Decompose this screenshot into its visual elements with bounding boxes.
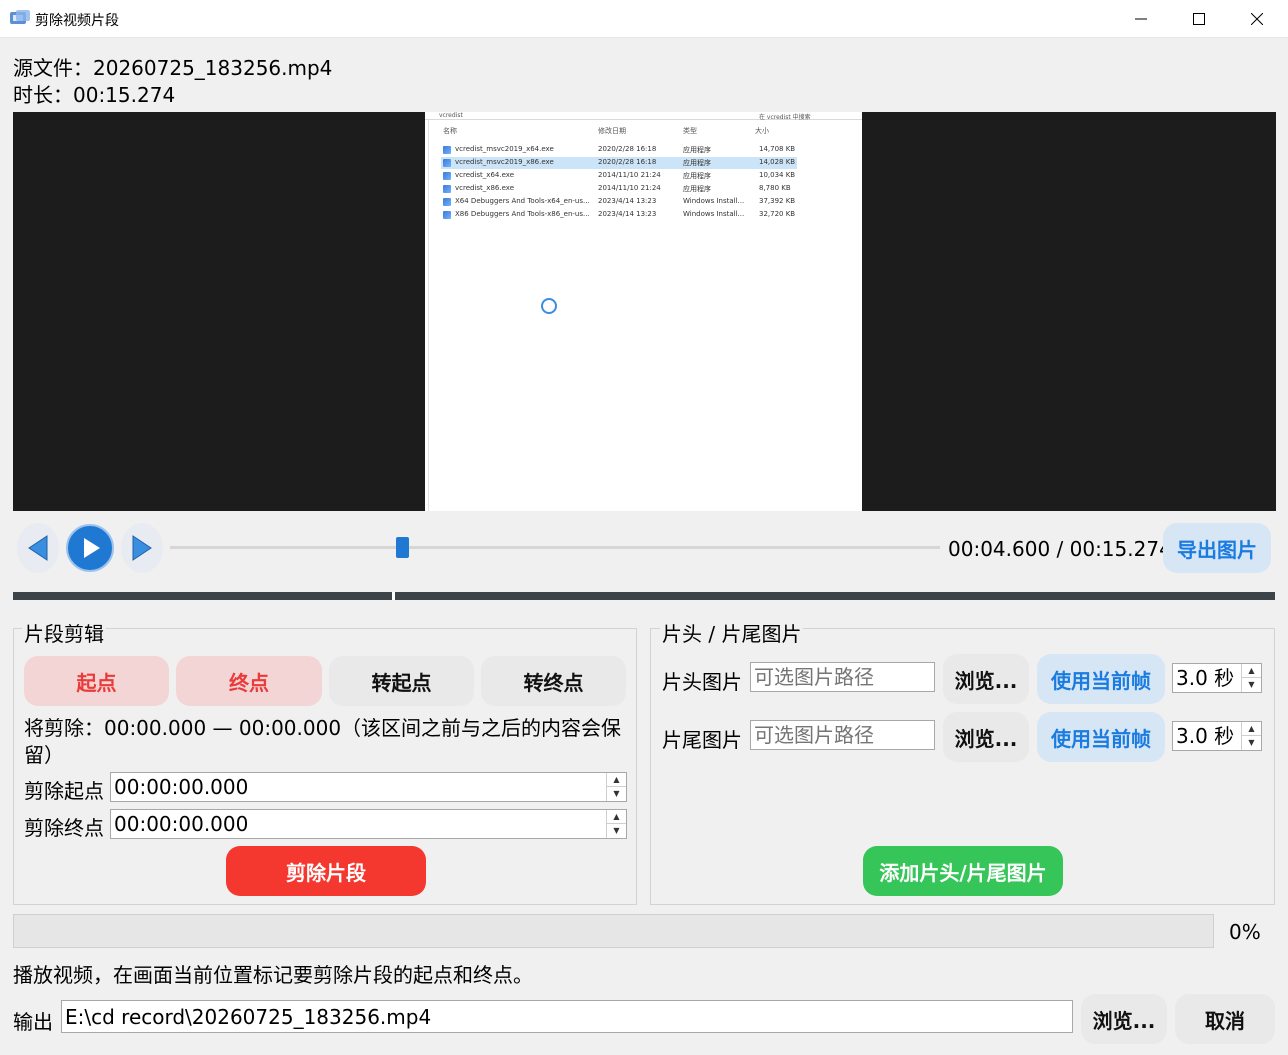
spin-down-icon: ▼ — [1248, 738, 1255, 747]
head-image-path-input[interactable] — [750, 662, 935, 692]
spin-down-icon: ▼ — [613, 789, 620, 798]
head-image-label: 片头图片 — [662, 670, 742, 694]
trim-summary: 将剪除：00:00.000 — 00:00.000（该区间之前与之后的内容会保 — [24, 716, 622, 740]
time-readout: 00:04.600 / 00:15.274 — [948, 537, 1172, 561]
list-item: vcredist_x86.exe 2014/11/10 21:24 应用程序 8,78… — [441, 183, 797, 195]
duration-label: 时长：00:15.274 — [13, 83, 176, 107]
cut-end-spinner[interactable]: ▲ ▼ — [606, 810, 626, 838]
mark-end-button[interactable]: 终点 — [176, 656, 322, 706]
column-header-date: 修改日期 — [598, 127, 626, 135]
list-item: X86 Debuggers And Tools-x86_en-us... 2023… — [441, 209, 797, 221]
play-icon — [66, 524, 114, 572]
msi-icon — [443, 198, 451, 206]
triangle-right-icon — [132, 535, 152, 561]
minimize-icon — [1135, 18, 1147, 20]
images-group-title: 片头 / 片尾图片 — [660, 618, 804, 647]
explorer-search: 在 vcredist 中搜索 — [759, 114, 811, 121]
msi-icon — [443, 211, 451, 219]
progress-percent: 0% — [1229, 920, 1261, 944]
title-bar: 剪除视频片段 — [0, 0, 1288, 38]
cancel-button[interactable]: 取消 — [1175, 994, 1275, 1044]
head-browse-button[interactable]: 浏览... — [943, 654, 1029, 704]
window-title: 剪除视频片段 — [35, 13, 119, 29]
trim-summary-cont: 留） — [24, 743, 64, 767]
tail-use-frame-button[interactable]: 使用当前帧 — [1037, 712, 1165, 762]
seek-slider-handle[interactable] — [395, 537, 409, 558]
column-header-name: 名称 — [443, 127, 457, 135]
timeline-position-marker — [391, 592, 395, 600]
tail-image-path-input[interactable] — [750, 720, 935, 750]
play-button[interactable] — [63, 523, 117, 573]
progress-bar — [13, 914, 1214, 948]
spin-down-icon: ▼ — [1248, 680, 1255, 689]
mark-start-button[interactable]: 起点 — [24, 656, 169, 706]
cut-start-label: 剪除起点 — [24, 779, 104, 803]
output-label: 输出 — [13, 1010, 53, 1034]
tail-duration-spinner[interactable]: ▲ ▼ — [1241, 722, 1261, 750]
output-path-input[interactable] — [61, 1000, 1073, 1033]
head-use-frame-button[interactable]: 使用当前帧 — [1037, 654, 1165, 704]
source-file-label: 源文件：20260725_183256.mp4 — [13, 56, 333, 80]
video-preview[interactable]: vcredist 在 vcredist 中搜索 名称 修改日期 类型 大小 vc… — [13, 112, 1276, 511]
head-duration-spinner[interactable]: ▲ ▼ — [1241, 664, 1261, 692]
cut-end-field[interactable]: 00:00:00.000 ▲ ▼ — [110, 809, 627, 839]
add-intro-outro-button[interactable]: 添加片头/片尾图片 — [863, 846, 1063, 896]
triangle-left-icon — [28, 535, 48, 561]
output-browse-button[interactable]: 浏览... — [1081, 994, 1167, 1044]
list-item: vcredist_msvc2019_x64.exe 2020/2/28 16:18… — [441, 144, 797, 156]
maximize-icon — [1193, 13, 1205, 25]
close-button[interactable] — [1228, 0, 1286, 38]
video-frame: vcredist 在 vcredist 中搜索 名称 修改日期 类型 大小 vc… — [425, 112, 862, 511]
list-item: vcredist_msvc2019_x86.exe 2020/2/28 16:18… — [441, 157, 797, 169]
column-header-type: 类型 — [683, 127, 697, 135]
exe-icon — [443, 146, 451, 154]
prev-frame-button[interactable] — [17, 523, 59, 573]
goto-end-button[interactable]: 转终点 — [481, 656, 626, 706]
tail-browse-button[interactable]: 浏览... — [943, 712, 1029, 762]
explorer-path: vcredist — [439, 112, 463, 119]
cut-start-field[interactable]: 00:00:00.000 ▲ ▼ — [110, 772, 627, 802]
tail-duration-spinbox[interactable]: 3.0 秒 ▲ ▼ — [1172, 721, 1262, 751]
next-frame-button[interactable] — [121, 523, 163, 573]
maximize-button[interactable] — [1170, 0, 1228, 38]
tail-image-label: 片尾图片 — [662, 728, 742, 752]
goto-start-button[interactable]: 转起点 — [329, 656, 474, 706]
loading-cursor-icon — [541, 298, 557, 314]
close-icon — [1251, 13, 1263, 25]
exe-icon — [443, 159, 451, 167]
list-item: vcredist_x64.exe 2014/11/10 21:24 应用程序 10,0… — [441, 170, 797, 182]
export-image-button[interactable]: 导出图片 — [1163, 523, 1271, 573]
trim-timeline[interactable] — [13, 592, 1275, 600]
minimize-button[interactable] — [1112, 0, 1170, 38]
exe-icon — [443, 185, 451, 193]
status-text: 播放视频，在画面当前位置标记要剪除片段的起点和终点。 — [13, 963, 533, 987]
list-item: X64 Debuggers And Tools-x64_en-us... 2023… — [441, 196, 797, 208]
cut-segment-button[interactable]: 剪除片段 — [226, 846, 426, 896]
head-duration-spinbox[interactable]: 3.0 秒 ▲ ▼ — [1172, 663, 1262, 693]
explorer-address-bar: vcredist 在 vcredist 中搜索 — [425, 112, 862, 121]
column-header-size: 大小 — [755, 127, 769, 135]
cut-end-label: 剪除终点 — [24, 816, 104, 840]
seek-slider[interactable] — [170, 546, 940, 549]
trim-group-title: 片段剪辑 — [22, 618, 106, 647]
app-icon — [10, 10, 30, 24]
exe-icon — [443, 172, 451, 180]
spin-down-icon: ▼ — [613, 826, 620, 835]
cut-start-spinner[interactable]: ▲ ▼ — [606, 773, 626, 801]
